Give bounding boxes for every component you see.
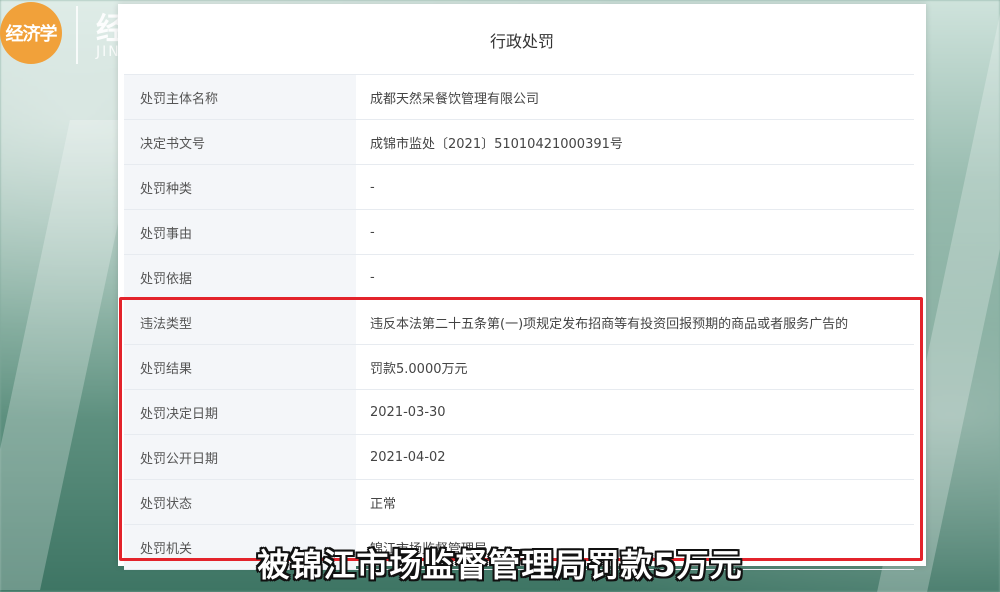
row-value: 成都天然呆餐饮管理有限公司 <box>370 91 540 107</box>
table-row: 处罚事由 - <box>124 209 914 254</box>
highlight-box <box>119 297 923 561</box>
row-label: 处罚种类 <box>124 165 356 209</box>
row-label: 决定书文号 <box>124 120 356 164</box>
table-row: 处罚主体名称 成都天然呆餐饮管理有限公司 <box>124 74 914 119</box>
video-caption: 被锦江市场监督管理局罚款5万元 <box>257 546 743 584</box>
row-label: 处罚主体名称 <box>124 75 356 119</box>
table-row: 处罚种类 - <box>124 164 914 209</box>
table-row: 决定书文号 成锦市监处〔2021〕51010421000391号 <box>124 119 914 164</box>
row-label: 处罚事由 <box>124 210 356 254</box>
row-label: 处罚依据 <box>124 255 356 299</box>
table-row: 处罚依据 - <box>124 254 914 299</box>
row-value: 成锦市监处〔2021〕51010421000391号 <box>370 136 623 152</box>
brand-logo: 经济学 <box>0 2 62 64</box>
brand-logo-text: 经济学 <box>5 24 58 45</box>
panel-title: 行政处罚 <box>489 32 554 51</box>
logo-divider <box>76 6 78 64</box>
row-value: - <box>370 269 375 285</box>
row-value: - <box>370 179 375 195</box>
row-value: - <box>370 224 375 240</box>
